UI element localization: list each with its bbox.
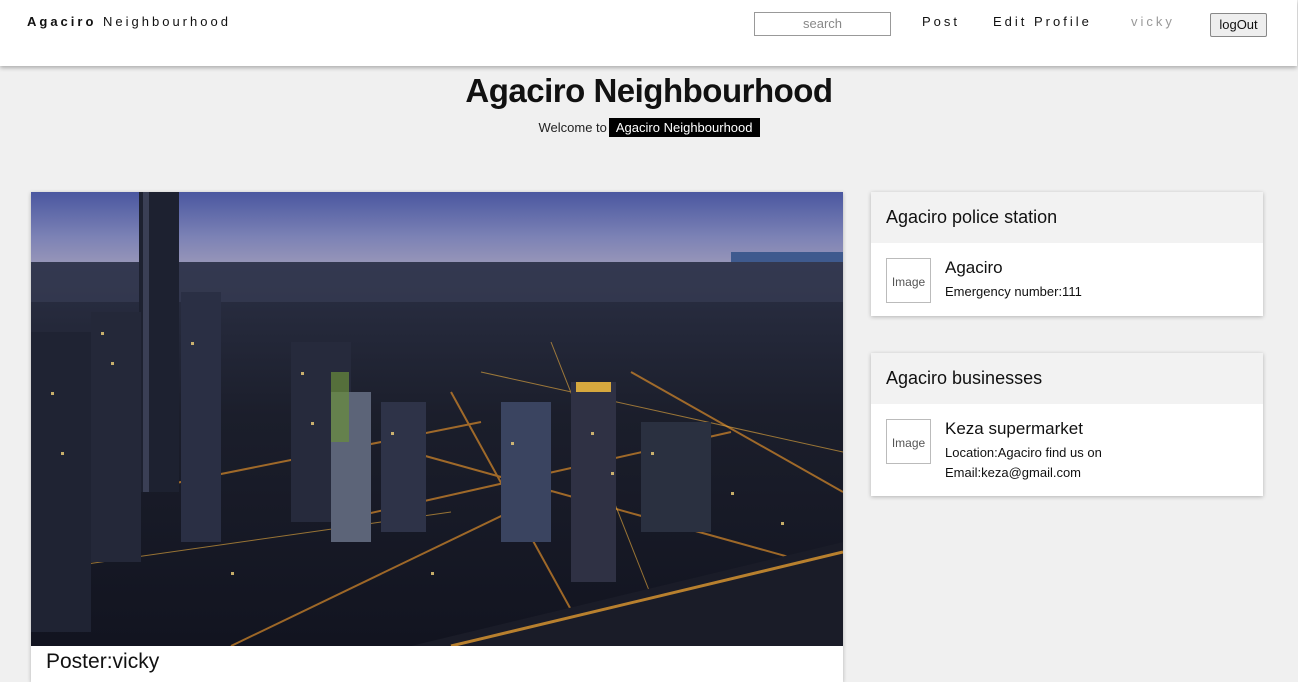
police-card-title: Agaciro police station [871,192,1263,243]
search-input[interactable]: search [754,12,891,36]
business-location: Location:Agaciro find us on [945,445,1102,460]
post-card: Poster:vicky [31,192,843,682]
city-night-image [31,192,843,646]
police-card-body: Image Agaciro Emergency number:111 [871,243,1263,316]
businesses-card: Agaciro businesses Image Keza supermarke… [871,353,1263,496]
welcome-highlight: Agaciro Neighbourhood [608,118,760,137]
police-emergency: Emergency number:111 [945,284,1082,299]
business-name: Keza supermarket [945,419,1083,438]
logout-button[interactable]: logOut [1210,13,1267,37]
brand-rest-text: Neighbourhood [96,14,231,29]
top-navbar: Agaciro Neighbourhood search Post Edit P… [0,0,1297,66]
businesses-card-title: Agaciro businesses [871,353,1263,404]
nav-post-link[interactable]: Post [922,14,960,29]
welcome-text: Welcome to Agaciro Neighbourhood [0,118,1298,137]
brand-logo[interactable]: Agaciro Neighbourhood [27,14,231,29]
police-name: Agaciro [945,258,1003,277]
page-title: Agaciro Neighbourhood [465,72,833,109]
poster-label: Poster:vicky [46,650,160,673]
police-image-placeholder: Image [886,258,931,303]
nav-user-link[interactable]: vicky [1131,14,1175,29]
business-email: Email:keza@gmail.com [945,465,1082,480]
brand-bold-text: Agaciro [27,14,97,29]
nav-edit-profile-link[interactable]: Edit Profile [993,14,1092,29]
businesses-card-body: Image Keza supermarket Location:Agaciro … [871,404,1263,496]
business-image-placeholder: Image [886,419,931,464]
post-image [31,192,843,646]
welcome-prefix: Welcome to [538,120,607,135]
police-card: Agaciro police station Image Agaciro Eme… [871,192,1263,316]
